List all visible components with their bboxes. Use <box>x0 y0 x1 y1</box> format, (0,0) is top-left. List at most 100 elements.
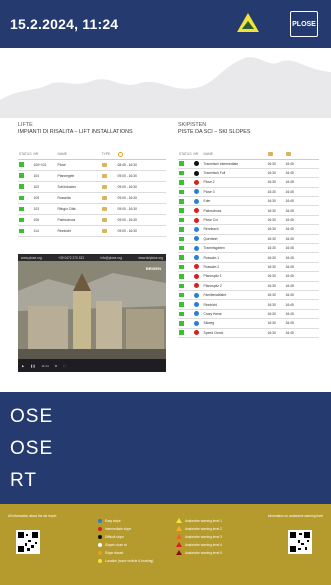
lift-nr: 105 <box>32 192 57 204</box>
table-row[interactable]: Rossalm 1 16:30 16:45 <box>178 252 319 263</box>
col-name: NAME <box>202 150 267 160</box>
lifts-subtitle: IMPIANTI DI RISALITA – LIFT INSTALLATION… <box>18 129 133 135</box>
slope-difficulty-icon <box>192 328 203 338</box>
slope-difficulty-icon <box>192 271 203 282</box>
settings-icon[interactable]: ⚙ <box>55 364 58 368</box>
play-icon[interactable]: ▶ <box>22 364 24 368</box>
slope-difficulty-icon <box>192 281 203 291</box>
legend-label: Slope closed <box>105 550 124 555</box>
table-row[interactable]: 105 Rossetta 09:00 - 16:30 <box>18 192 166 204</box>
clock-icon <box>117 151 123 157</box>
table-row[interactable]: Trametsgarten 16:30 16:45 <box>178 243 319 254</box>
slope-difficulty-icon <box>192 252 203 263</box>
table-row[interactable]: Erler 16:30 16:45 <box>178 196 319 207</box>
webcam-url: www.skiplose.org <box>138 255 163 260</box>
table-row[interactable]: Rossalm 2 16:30 16:45 <box>178 262 319 273</box>
table-row[interactable]: 103 Rifugio Città 09:00 - 16:30 <box>18 203 166 215</box>
slope-open: 16:30 <box>266 205 285 216</box>
table-row[interactable]: Trametsch Full 16:30 16:45 <box>178 168 319 179</box>
table-row[interactable]: Skiweg 16:30 16:45 <box>178 318 319 329</box>
pause-icon[interactable]: ❚❚ <box>30 364 35 368</box>
legend-label: Avalanche warning level 3 <box>185 534 222 539</box>
lift-type-icon <box>100 159 117 171</box>
slope-difficulty-icon <box>192 262 203 273</box>
warning-triangle-icon <box>176 518 182 523</box>
legend-slope-item: Location (snow vehicle & booking) <box>98 558 153 563</box>
slope-difficulty-icon <box>192 234 203 245</box>
table-row[interactable]: 104 Pfannegele 09:00 - 16:30 <box>18 170 166 182</box>
slope-close: 16:45 <box>284 215 319 226</box>
lifts-table: STATUS NR NAME TYPE 100+101 Plose 08:45 - … <box>18 150 166 238</box>
table-row[interactable]: Plose Col 16:30 16:45 <box>178 215 319 226</box>
lift-time: 08:45 - 16:30 <box>116 159 166 171</box>
slope-open: 16:30 <box>266 318 285 329</box>
table-row[interactable]: Familienabfahrt 16:30 16:45 <box>178 290 319 301</box>
table-row[interactable]: 102 Schönboden 09:00 - 16:30 <box>18 181 166 193</box>
slope-close: 16:45 <box>284 205 319 216</box>
slope-open: 16:30 <box>266 224 285 235</box>
col-status: STATUS <box>18 150 33 160</box>
qr-code-icon <box>17 531 39 553</box>
status-open-icon <box>178 187 193 198</box>
table-row[interactable]: Rinnbichl 16:30 16:45 <box>178 299 319 310</box>
table-row[interactable]: Trametsch intermediate 16:30 16:45 <box>178 159 319 169</box>
slope-open: 16:30 <box>266 159 285 169</box>
slopes-table: STATUS NR NAME Trametsch intermediate 16:… <box>178 150 319 338</box>
lift-type-icon <box>100 181 117 193</box>
slope-difficulty-icon <box>192 318 203 329</box>
slope-name: Trametsch intermediate <box>202 159 267 169</box>
slope-open: 16:30 <box>266 299 285 310</box>
table-row[interactable]: Rennbach 16:30 16:45 <box>178 224 319 235</box>
lift-type-icon <box>100 214 117 227</box>
slope-name: Plose 3 <box>202 187 267 198</box>
page: 15.2.2024, 11:24 PLOSE LIFTE IMPIANTI DI… <box>0 0 331 585</box>
plose-logo[interactable]: PLOSE <box>290 11 318 37</box>
slope-open: 16:30 <box>266 262 285 273</box>
slope-difficulty-icon <box>192 159 203 169</box>
table-row[interactable]: Pfannspitz 2 16:30 16:45 <box>178 281 319 291</box>
word-1: OSE <box>10 406 54 427</box>
avalanche-warning-icon[interactable] <box>236 12 260 33</box>
avalanche-qr[interactable] <box>288 530 312 554</box>
slope-name: Rossalm 1 <box>202 252 267 263</box>
status-open-icon <box>178 309 193 320</box>
status-open-icon <box>178 243 193 254</box>
slope-open: 16:30 <box>266 234 285 245</box>
slope-name: Trametsch Full <box>202 168 267 179</box>
table-row[interactable]: 100+101 Plose 08:45 - 16:30 <box>18 159 166 171</box>
webcam-view[interactable]: www.plose.org +39 0472 270 333 info@plos… <box>18 254 166 372</box>
table-row[interactable]: Speed Check 16:30 16:45 <box>178 328 319 338</box>
ski-report-qr[interactable] <box>16 530 40 554</box>
legend-slope-item: Easy slope <box>98 518 121 523</box>
logo-text: PLOSE <box>292 20 316 28</box>
legend-warning-item: Avalanche warning level 1 <box>176 518 222 523</box>
legend-dot-icon <box>98 550 102 555</box>
table-row[interactable]: Pfannspitz 1 16:30 16:45 <box>178 271 319 282</box>
legend-label: Easy slope <box>105 518 121 523</box>
status-open-icon <box>18 159 33 171</box>
slope-name: Plose Col <box>202 215 267 226</box>
lift-name: Palmschoss <box>56 214 101 227</box>
slope-name: Querfahrt <box>202 234 267 245</box>
table-row[interactable]: 114 Rinnbichl 09:00 - 16:30 <box>18 225 166 238</box>
slope-close: 16:45 <box>284 318 319 329</box>
table-row[interactable]: Crazy Horse 16:30 16:45 <box>178 309 319 320</box>
slope-name: Pfannspitz 1 <box>202 271 267 282</box>
table-row[interactable]: Palmschoss 16:30 16:45 <box>178 205 319 216</box>
legend-slope-item: Slope closed <box>98 550 123 555</box>
status-open-icon <box>178 205 193 216</box>
word-2: OSE <box>10 438 54 459</box>
slope-open: 16:30 <box>266 215 285 226</box>
table-row[interactable]: 106 Palmschoss 09:00 - 16:30 <box>18 214 166 227</box>
table-row[interactable]: Querfahrt 16:30 16:45 <box>178 234 319 245</box>
qr-code-icon <box>289 531 311 553</box>
webcam-site: www.plose.org <box>21 255 42 260</box>
table-row[interactable]: Plose 3 16:30 16:45 <box>178 187 319 198</box>
fullscreen-icon[interactable]: ⛶ <box>63 364 65 368</box>
slope-name: Rinnbichl <box>202 299 267 310</box>
slope-name: Pfannspitz 2 <box>202 281 267 291</box>
status-open-icon <box>178 196 193 207</box>
status-open-icon <box>178 328 193 338</box>
table-row[interactable]: Plose 2 16:30 16:45 <box>178 177 319 188</box>
lift-nr: 102 <box>32 181 57 193</box>
